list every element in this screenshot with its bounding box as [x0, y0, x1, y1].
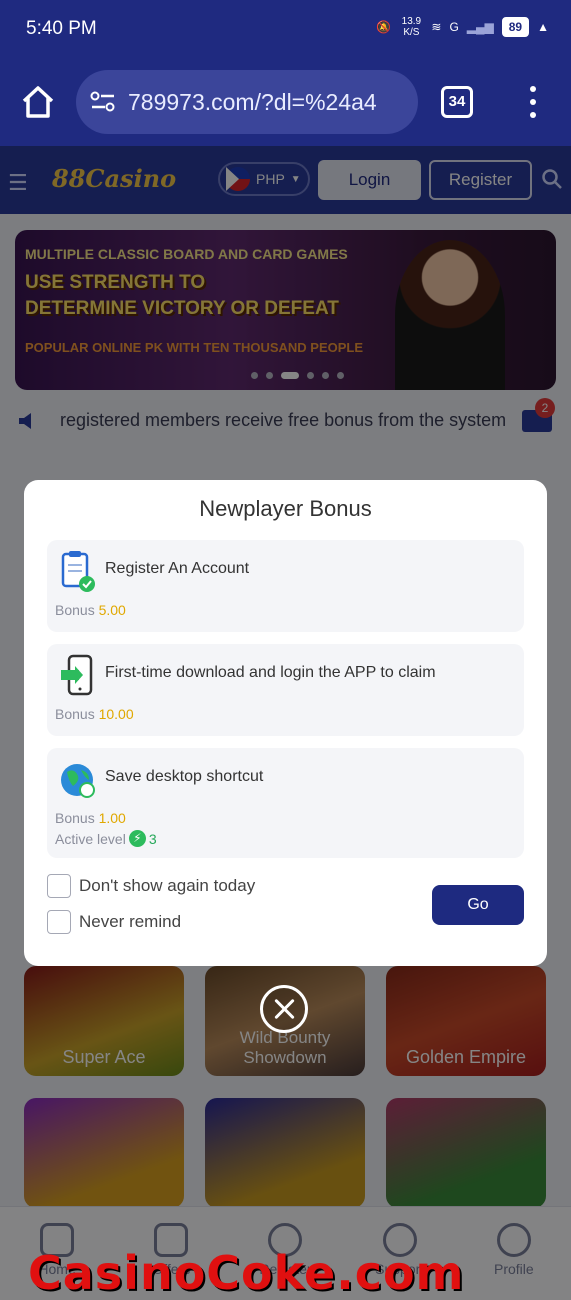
dont-show-today-checkbox[interactable] — [47, 874, 71, 898]
bonus-value: 10.00 — [98, 706, 134, 722]
never-remind-label: Never remind — [79, 912, 182, 931]
bonus-task-shortcut[interactable]: Save desktop shortcut Bonus 1.00 Active … — [47, 748, 524, 858]
task-bonus: Bonus 5.00 — [55, 602, 126, 618]
dont-show-today-option[interactable]: Don't show again today — [47, 874, 255, 898]
tab-switcher-button[interactable]: 34 — [441, 86, 473, 118]
network-label: G — [449, 20, 459, 34]
signal-icon: ▂▄▆ — [466, 20, 494, 34]
phone-download-icon — [61, 654, 93, 696]
task-name: First-time download and login the APP to… — [105, 664, 436, 681]
close-modal-icon[interactable] — [260, 985, 308, 1033]
battery-icon: 89 — [501, 17, 530, 37]
url-bar[interactable]: 789973.com/?dl=%24a4 — [76, 70, 418, 134]
level-value: 3 — [148, 830, 157, 847]
site-settings-icon[interactable] — [90, 91, 116, 113]
net-speed: 13.9 K/S — [401, 16, 422, 38]
url-text: 789973.com/?dl=%24a4 — [128, 88, 377, 115]
wifi-icon: ≋ — [431, 20, 442, 34]
status-time: 5:40 PM — [26, 18, 97, 39]
bonus-task-register[interactable]: Register An Account Bonus 5.00 — [47, 540, 524, 632]
modal-title: Newplayer Bonus — [199, 496, 372, 521]
status-bar: 5:40 PM 🔕 13.9 K/S ≋ G ▂▄▆ 89 ▲ — [0, 0, 571, 58]
dont-show-today-label: Don't show again today — [79, 876, 256, 895]
more-menu-icon[interactable] — [524, 86, 542, 118]
task-bonus: Bonus 1.00 — [55, 810, 126, 826]
watermark-logo: CasinoCoke.com — [28, 1246, 465, 1300]
status-icons: 🔕 13.9 K/S ≋ G ▂▄▆ 89 ▲ — [376, 16, 549, 38]
lightning-icon: ⚡ — [128, 830, 146, 847]
newplayer-bonus-modal: Newplayer Bonus Register An Account Bonu… — [24, 480, 547, 966]
task-bonus: Bonus 10.00 — [55, 706, 134, 722]
bonus-value: 1.00 — [98, 810, 126, 826]
bonus-task-download-app[interactable]: First-time download and login the APP to… — [47, 644, 524, 736]
globe-link-icon — [61, 764, 95, 798]
browser-toolbar: 789973.com/?dl=%24a4 34 — [0, 58, 571, 146]
active-level: Active level ⚡ 3 — [55, 830, 157, 847]
never-remind-option[interactable]: Never remind — [47, 910, 181, 934]
bonus-value: 5.00 — [98, 602, 126, 618]
flask-icon: ▲ — [537, 20, 549, 34]
home-icon[interactable] — [18, 82, 58, 122]
task-name: Register An Account — [105, 560, 250, 577]
task-name: Save desktop shortcut — [105, 768, 264, 785]
clipboard-check-icon — [61, 551, 95, 592]
go-button[interactable]: Go — [432, 885, 524, 925]
never-remind-checkbox[interactable] — [47, 910, 71, 934]
mute-icon: 🔕 — [376, 20, 392, 34]
